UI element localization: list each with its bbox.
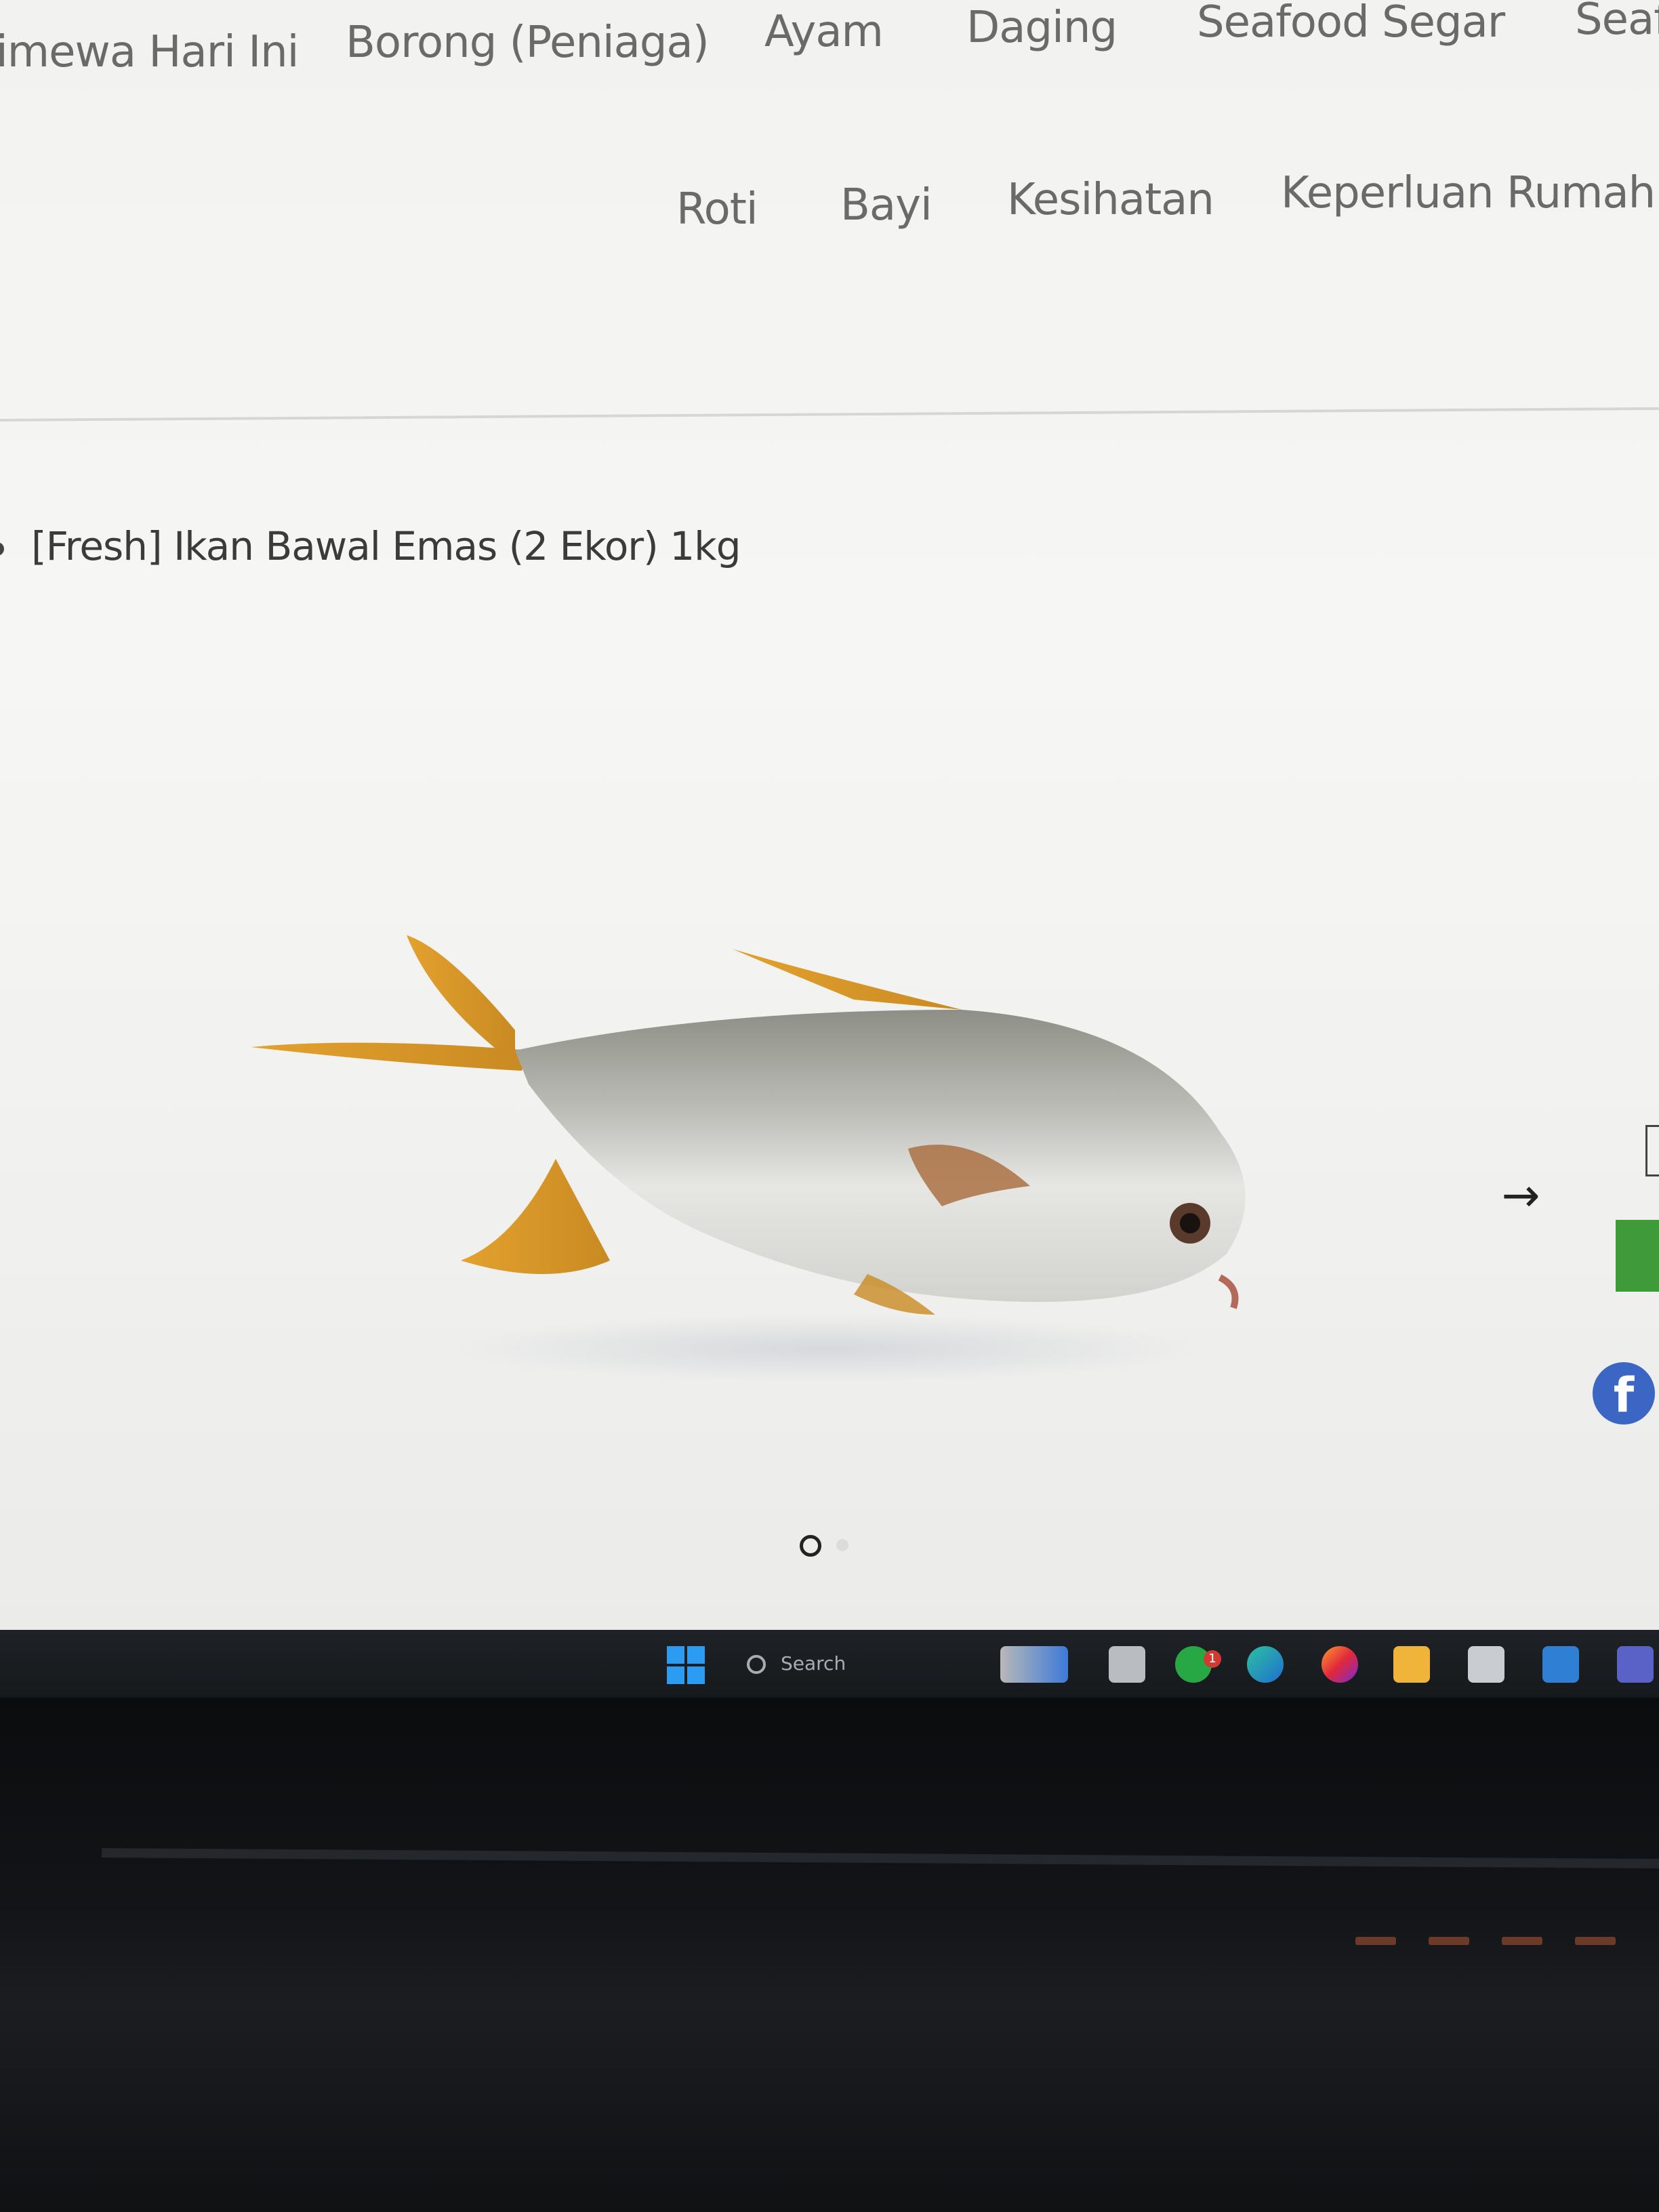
carousel-dot[interactable]	[836, 1539, 848, 1551]
nav-item-istimewa[interactable]: imewa Hari Ini	[0, 27, 299, 77]
monitor-bezel	[0, 1698, 1659, 2212]
nav-item-borong[interactable]: Borong (Peniaga)	[346, 18, 710, 68]
nav-item-keperluan-rumah[interactable]: Keperluan Rumah	[1281, 168, 1656, 218]
product-image[interactable]	[230, 908, 1288, 1396]
nav-item-seafood-cut[interactable]: Seaf	[1575, 0, 1659, 45]
nav-item-seafood-segar[interactable]: Seafood Segar	[1197, 0, 1505, 47]
widgets-icon[interactable]	[1000, 1646, 1068, 1683]
side-panel-edge	[1645, 1125, 1659, 1176]
firefox-icon[interactable]	[1322, 1646, 1358, 1683]
taskbar-search[interactable]: Search	[739, 1645, 922, 1683]
search-icon	[747, 1655, 766, 1674]
task-view-icon[interactable]	[1109, 1646, 1145, 1683]
nav-item-daging[interactable]: Daging	[966, 3, 1118, 53]
outlook-icon[interactable]	[1542, 1646, 1579, 1683]
breadcrumb-bullet	[0, 542, 4, 556]
taskbar-search-label: Search	[781, 1652, 846, 1675]
nav-item-bayi[interactable]: Bayi	[840, 180, 933, 230]
arrow-right-icon[interactable]: →	[1494, 1172, 1548, 1220]
product-title: [Fresh] Ikan Bawal Emas (2 Ekor) 1kg	[31, 523, 741, 569]
nav-item-roti[interactable]: Roti	[676, 184, 758, 234]
store-icon[interactable]	[1468, 1646, 1504, 1683]
nav-item-kesihatan[interactable]: Kesihatan	[1007, 175, 1214, 225]
facebook-icon[interactable]: f	[1593, 1362, 1655, 1425]
header-divider	[0, 407, 1659, 422]
nav-item-ayam[interactable]: Ayam	[764, 7, 884, 57]
windows-taskbar: Search 1	[0, 1630, 1659, 1698]
carousel-dot-active[interactable]	[800, 1535, 821, 1557]
edge-icon[interactable]	[1247, 1646, 1284, 1683]
file-explorer-icon[interactable]	[1393, 1646, 1430, 1683]
whatsapp-notification-badge: 1	[1204, 1650, 1221, 1668]
bezel-edge	[101, 1847, 1659, 1869]
teams-icon[interactable]	[1617, 1646, 1654, 1683]
keyboard-edge	[1355, 1935, 1648, 1948]
add-to-cart-button-edge[interactable]	[1616, 1220, 1659, 1292]
windows-start-icon[interactable]	[667, 1646, 705, 1684]
browser-viewport: imewa Hari Ini Borong (Peniaga) Ayam Dag…	[0, 0, 1659, 1630]
